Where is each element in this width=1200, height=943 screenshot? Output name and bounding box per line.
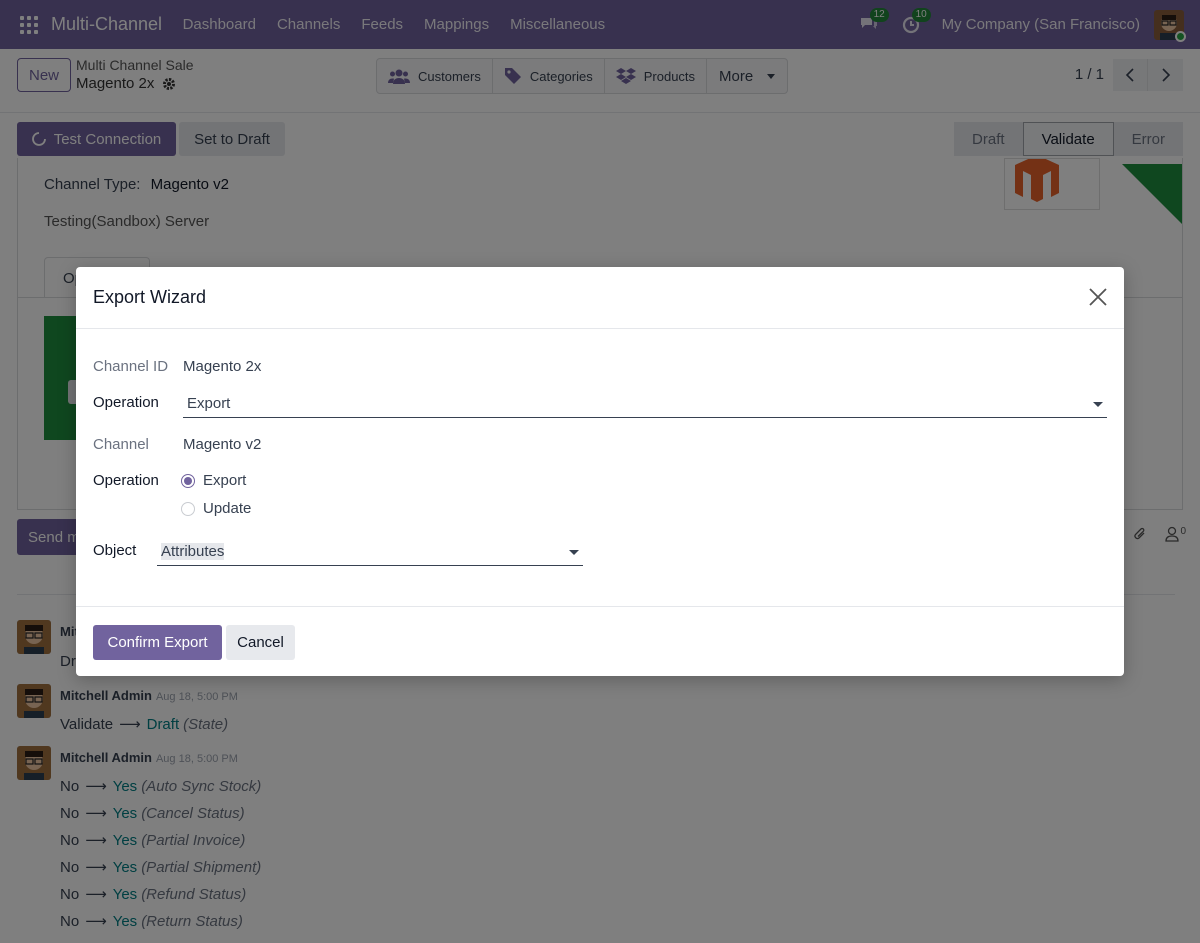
radio-button-checked[interactable] [181, 473, 195, 488]
radio-button[interactable] [181, 501, 195, 516]
dialog-title: Export Wizard [93, 287, 207, 307]
object-label: Object [93, 542, 137, 559]
radio-export-label: Export [203, 472, 247, 489]
close-icon[interactable] [1088, 287, 1108, 307]
radio-export[interactable]: Export [181, 472, 246, 489]
operation-radio-label: Operation [93, 472, 159, 489]
radio-update[interactable]: Update [181, 500, 251, 517]
caret-down-icon [1093, 402, 1103, 407]
cancel-button[interactable]: Cancel [226, 625, 295, 660]
dialog-body: Channel ID Magento 2x Operation Export C… [76, 329, 1124, 606]
confirm-export-button[interactable]: Confirm Export [93, 625, 222, 660]
channel-id-value: Magento 2x [183, 358, 262, 375]
operation-select[interactable]: Export [183, 392, 1107, 418]
export-wizard-dialog: Export Wizard Channel ID Magento 2x Oper… [76, 267, 1124, 676]
dialog-header: Export Wizard [76, 267, 1124, 329]
channel-value: Magento v2 [183, 436, 262, 453]
radio-update-label: Update [203, 500, 252, 517]
object-select[interactable]: Attributes [157, 540, 583, 566]
caret-down-icon [569, 550, 579, 555]
channel-id-label: Channel ID [93, 358, 169, 375]
object-select-value: Attributes [161, 543, 225, 560]
operation-select-label: Operation [93, 394, 159, 411]
channel-label: Channel [93, 436, 149, 453]
dialog-footer: Confirm Export Cancel [76, 606, 1124, 676]
operation-select-value: Export [187, 395, 231, 412]
